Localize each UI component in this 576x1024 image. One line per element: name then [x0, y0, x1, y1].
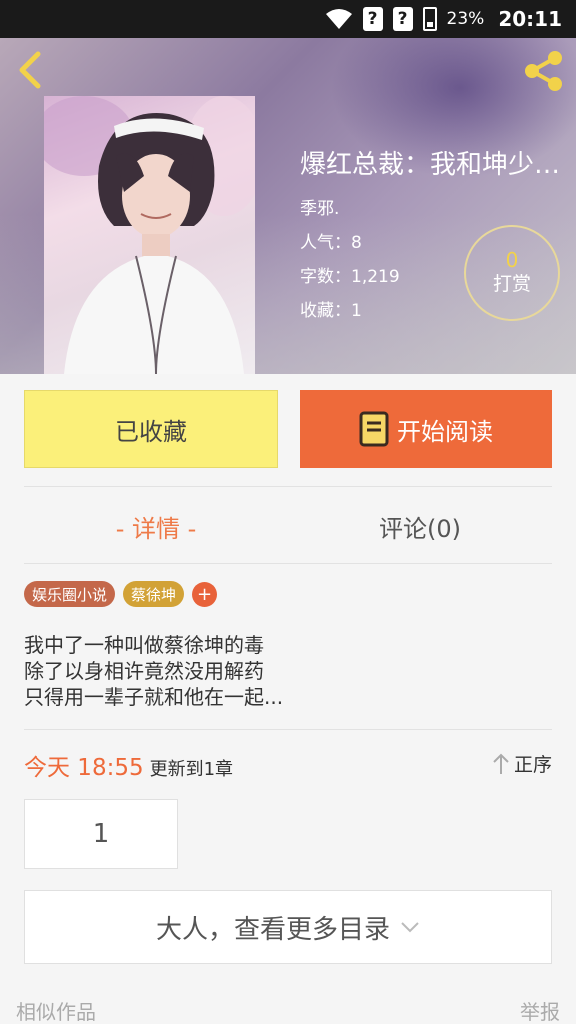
author-name[interactable]: 季邪.	[300, 194, 339, 219]
tag-item[interactable]: 蔡徐坤	[123, 581, 185, 607]
tip-count: 0	[505, 248, 519, 272]
update-time: 今天 18:55	[24, 755, 144, 781]
update-info: 今天 18:55 更新到1章	[24, 748, 233, 782]
chevron-down-icon	[401, 922, 419, 933]
divider	[24, 729, 552, 730]
arrow-up-icon	[493, 753, 509, 774]
word-count-label: 字数：	[300, 267, 351, 287]
word-count-stat: 字数：1,219	[300, 262, 400, 287]
favorites-value: 1	[351, 301, 362, 321]
wifi-icon	[325, 9, 352, 29]
tip-label: 打赏	[492, 273, 531, 295]
start-reading-button[interactable]: 开始阅读	[300, 390, 552, 468]
sort-order-label: 正序	[513, 754, 552, 776]
cover-portrait	[44, 96, 255, 374]
sort-order-button[interactable]: 正序	[492, 750, 552, 777]
divider	[24, 563, 552, 564]
clock: 20:11	[498, 7, 562, 31]
start-reading-label: 开始阅读	[397, 417, 493, 446]
book-header: 爆红总裁：我和坤少… 季邪. 人气：8 字数：1,219 收藏：1 0 打赏	[0, 38, 576, 374]
status-bar: ? ? 23% 20:11	[0, 0, 576, 38]
chapter-item[interactable]: 1	[24, 799, 178, 869]
add-tag-button[interactable]: +	[192, 581, 218, 607]
word-count-value: 1,219	[351, 267, 400, 287]
back-chevron-icon	[19, 51, 41, 89]
book-title: 爆红总裁：我和坤少…	[300, 150, 561, 180]
divider	[24, 486, 552, 487]
tag-list: 娱乐圈小说 蔡徐坤 +	[24, 581, 218, 607]
sim-unknown-icon: ?	[392, 7, 413, 31]
similar-works-heading: 相似作品	[16, 1000, 96, 1024]
favorited-button[interactable]: 已收藏	[24, 390, 278, 468]
sim-unknown-icon: ?	[362, 7, 383, 31]
popularity-value: 8	[351, 233, 362, 253]
book-cover-image[interactable]	[44, 96, 255, 374]
tab-detail[interactable]: - 详情 -	[24, 490, 288, 562]
back-button[interactable]	[14, 50, 50, 90]
book-icon	[359, 411, 389, 447]
report-link[interactable]: 举报	[520, 996, 560, 1024]
view-more-label: 大人，查看更多目录	[155, 914, 390, 945]
description-line: 我中了一种叫做蔡徐坤的毒	[24, 633, 264, 657]
battery-charging-icon	[422, 7, 437, 31]
tab-comments[interactable]: 评论(0)	[288, 490, 552, 562]
share-button[interactable]	[522, 50, 566, 92]
description-line: 除了以身相许竟然没用解药	[24, 659, 264, 683]
description-line: 只得用一辈子就和他在一起...	[24, 685, 284, 709]
battery-percent: 23%	[446, 9, 485, 29]
share-icon	[525, 51, 562, 91]
popularity-stat: 人气：8	[300, 228, 362, 253]
book-description[interactable]: 我中了一种叫做蔡徐坤的毒 除了以身相许竟然没用解药 只得用一辈子就和他在一起..…	[24, 632, 552, 710]
popularity-label: 人气：	[300, 233, 351, 253]
view-more-chapters-button[interactable]: 大人，查看更多目录	[24, 890, 552, 964]
update-text: 更新到1章	[149, 759, 234, 780]
favorites-label: 收藏：	[300, 301, 351, 321]
favorites-stat: 收藏：1	[300, 296, 362, 321]
tag-item[interactable]: 娱乐圈小说	[24, 581, 116, 607]
tip-button[interactable]: 0 打赏	[464, 225, 560, 321]
